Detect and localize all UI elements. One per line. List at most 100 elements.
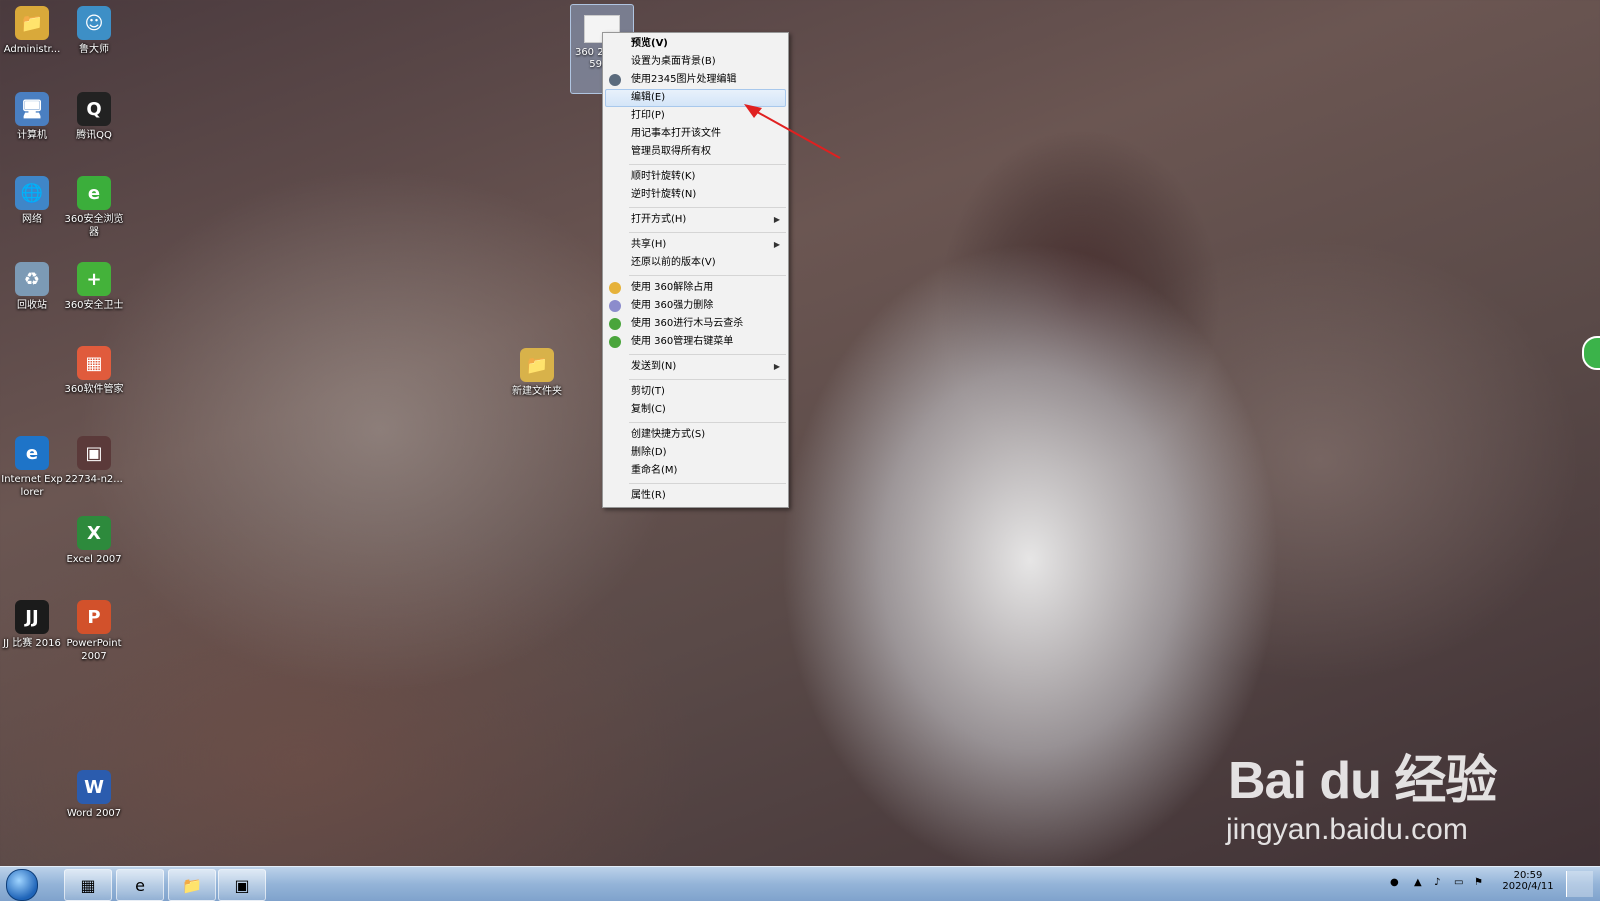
menu-item-label: 使用 360管理右键菜单: [631, 336, 734, 347]
menu-separator: [629, 275, 786, 276]
context-menu-item[interactable]: 发送到(N) ▶: [603, 358, 788, 376]
context-menu-item[interactable]: 顺时针旋转(K): [603, 168, 788, 186]
tray-network-icon[interactable]: ▭: [1454, 877, 1463, 888]
desktop-icon[interactable]: 🌐 网络: [0, 176, 64, 226]
menu-item-label: 使用 360强力删除: [631, 300, 714, 311]
desktop-icon-label: JJ 比赛 2016: [3, 638, 61, 649]
submenu-arrow-icon: ▶: [773, 240, 780, 249]
menu-separator: [629, 207, 786, 208]
tray-360-icon[interactable]: ●: [1390, 877, 1399, 888]
desktop-icon[interactable]: X Excel 2007: [62, 516, 126, 566]
context-menu-item[interactable]: 使用2345图片处理编辑: [603, 71, 788, 89]
menu-item-label: 逆时针旋转(N): [631, 189, 697, 200]
tray-volume-icon[interactable]: ♪: [1434, 877, 1440, 888]
desktop-app-icon: ▣: [77, 436, 111, 470]
desktop-app-icon: ☺: [77, 6, 111, 40]
context-menu-item[interactable]: 使用 360管理右键菜单: [603, 333, 788, 351]
desktop-icon-label: PowerPoint 2007: [66, 638, 122, 662]
new-folder-label: 新建文件夹: [512, 386, 562, 397]
watermark-main: Bai du 经验: [1228, 752, 1497, 810]
desktop-icon[interactable]: ☺ 鲁大师: [62, 6, 126, 56]
menu-item-label: 预览(V): [631, 38, 668, 49]
desktop-icon-label: 回收站: [17, 300, 47, 311]
menu-item-label: 还原以前的版本(V): [631, 257, 716, 268]
menu-item-icon: [609, 336, 621, 348]
tray-flag-icon[interactable]: ⚑: [1474, 877, 1483, 888]
context-menu-item[interactable]: 打开方式(H) ▶: [603, 211, 788, 229]
context-menu-item[interactable]: 使用 360进行木马云查杀: [603, 315, 788, 333]
menu-item-label: 复制(C): [631, 404, 666, 415]
desktop-app-icon: W: [77, 770, 111, 804]
desktop-icon[interactable]: e Internet Explorer: [0, 436, 64, 499]
menu-item-label: 剪切(T): [631, 386, 665, 397]
desktop-app-icon: ▦: [77, 346, 111, 380]
desktop-icon[interactable]: JJ JJ 比赛 2016: [0, 600, 64, 650]
menu-separator: [629, 483, 786, 484]
desktop-app-icon: e: [77, 176, 111, 210]
desktop-icon-label: 360安全浏览器: [64, 214, 124, 238]
watermark-sub: jingyan.baidu.com: [1226, 813, 1468, 846]
desktop-icon-label: Excel 2007: [66, 554, 122, 565]
taskbar: ▦ e 📁 ▣ ● ▲ ♪ ▭ ⚑ 20:59 2020/4/11: [0, 866, 1600, 901]
taskbar-360-software-icon[interactable]: ▦: [64, 869, 112, 901]
start-button[interactable]: [6, 869, 38, 901]
submenu-arrow-icon: ▶: [773, 362, 780, 371]
desktop-app-icon: 🖥: [15, 92, 49, 126]
new-folder[interactable]: 📁 新建文件夹: [505, 348, 569, 398]
menu-item-label: 创建快捷方式(S): [631, 429, 706, 440]
baidu-watermark: Bai du 经验 jingyan.baidu.com: [1226, 738, 1497, 847]
menu-item-icon: [609, 318, 621, 330]
desktop-icon-label: 腾讯QQ: [76, 130, 112, 141]
taskbar-explorer-icon[interactable]: 📁: [168, 869, 216, 901]
menu-separator: [629, 422, 786, 423]
context-menu-item[interactable]: 删除(D): [603, 444, 788, 462]
context-menu-item[interactable]: 使用 360解除占用: [603, 279, 788, 297]
desktop-icon[interactable]: 📁 Administr...: [0, 6, 64, 56]
context-menu-item[interactable]: 使用 360强力删除: [603, 297, 788, 315]
desktop-icon[interactable]: ♻ 回收站: [0, 262, 64, 312]
clock-date: 2020/4/11: [1502, 881, 1554, 892]
desktop-icon-label: 360安全卫士: [64, 300, 124, 311]
menu-item-label: 设置为桌面背景(B): [631, 56, 716, 67]
taskbar-360-browser-icon[interactable]: e: [116, 869, 164, 901]
menu-item-label: 使用2345图片处理编辑: [631, 74, 737, 85]
desktop-app-icon: 📁: [15, 6, 49, 40]
context-menu-item[interactable]: 共享(H) ▶: [603, 236, 788, 254]
menu-item-label: 使用 360解除占用: [631, 282, 714, 293]
context-menu-item[interactable]: 复制(C): [603, 401, 788, 419]
context-menu-item[interactable]: 创建快捷方式(S): [603, 426, 788, 444]
tray-expand-icon[interactable]: ▲: [1414, 877, 1422, 888]
menu-separator: [629, 232, 786, 233]
desktop-icon[interactable]: ▣ 22734-n2...: [62, 436, 126, 486]
desktop-icon[interactable]: ▦ 360软件管家: [62, 346, 126, 396]
desktop-icon-label: 网络: [22, 214, 42, 225]
context-menu-item[interactable]: 属性(R): [603, 487, 788, 505]
desktop-icon[interactable]: 🖥 计算机: [0, 92, 64, 142]
show-desktop-button[interactable]: [1566, 871, 1593, 897]
desktop-icon[interactable]: +360安全卫士: [62, 262, 126, 312]
tray-clock[interactable]: 20:59 2020/4/11: [1500, 870, 1556, 892]
desktop-icon-label: Administr...: [3, 44, 61, 55]
menu-item-label: 重命名(M): [631, 465, 678, 476]
menu-item-icon: [609, 74, 621, 86]
context-menu-item[interactable]: 重命名(M): [603, 462, 788, 480]
context-menu-item[interactable]: 剪切(T): [603, 383, 788, 401]
menu-item-label: 属性(R): [631, 490, 666, 501]
menu-item-label: 删除(D): [631, 447, 667, 458]
floating-360-ball-icon[interactable]: [1582, 336, 1600, 370]
desktop-icon-label: 计算机: [17, 130, 47, 141]
desktop-icon[interactable]: Q 腾讯QQ: [62, 92, 126, 142]
desktop-icon[interactable]: W Word 2007: [62, 770, 126, 820]
desktop-app-icon: +: [77, 262, 111, 296]
folder-icon: 📁: [520, 348, 554, 382]
desktop-icon-label: 鲁大师: [79, 44, 109, 55]
context-menu-item[interactable]: 预览(V): [603, 35, 788, 53]
desktop-app-icon: X: [77, 516, 111, 550]
context-menu-item[interactable]: 逆时针旋转(N): [603, 186, 788, 204]
context-menu-item[interactable]: 设置为桌面背景(B): [603, 53, 788, 71]
desktop-icon[interactable]: e 360安全浏览器: [62, 176, 126, 239]
context-menu-item[interactable]: 还原以前的版本(V): [603, 254, 788, 272]
taskbar-remote-desktop-icon[interactable]: ▣: [218, 869, 266, 901]
desktop-icon[interactable]: P PowerPoint 2007: [62, 600, 126, 663]
menu-item-label: 用记事本打开该文件: [631, 128, 721, 139]
